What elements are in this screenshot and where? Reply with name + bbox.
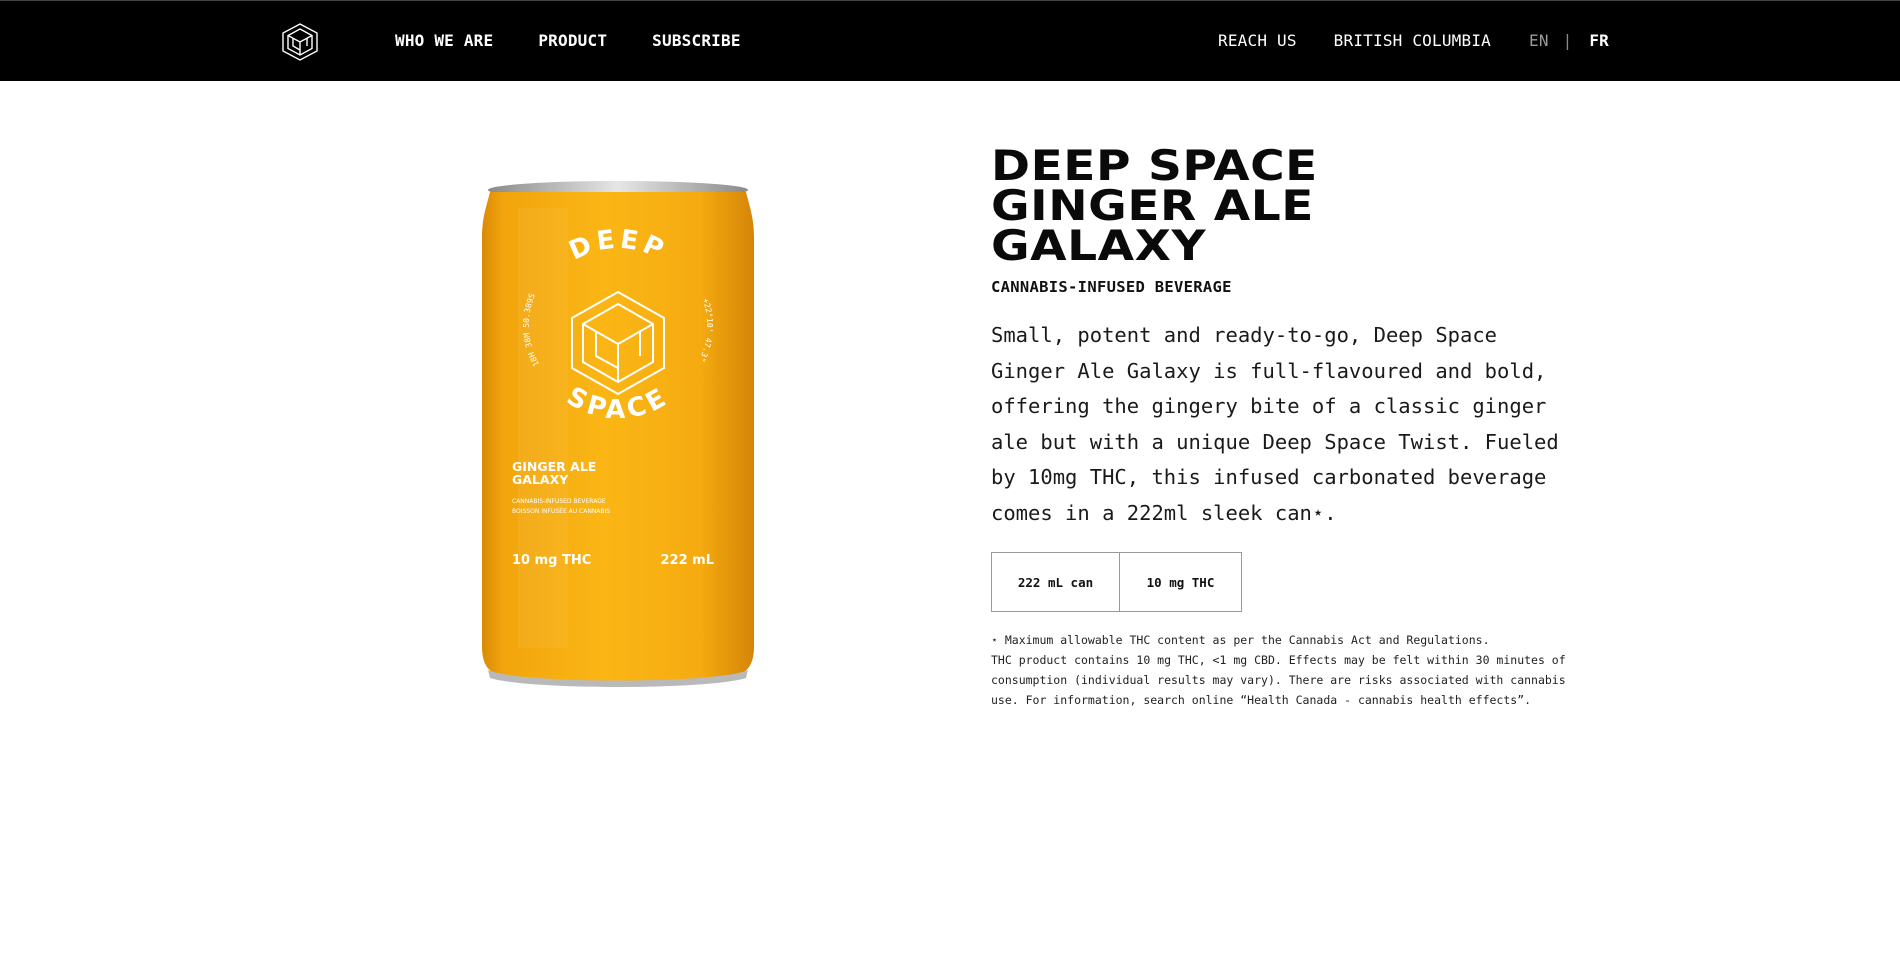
disclaimer-note-1: ⋆ Maximum allowable THC content as per t… (991, 633, 1490, 648)
lang-en-link[interactable]: EN (1529, 31, 1549, 50)
deep-space-logo-icon[interactable] (279, 22, 321, 62)
lang-fr-link[interactable]: FR (1589, 31, 1609, 50)
nav-region-select[interactable]: BRITISH COLUMBIA (1334, 31, 1491, 50)
nav-product[interactable]: PRODUCT (538, 31, 607, 50)
lang-separator: | (1562, 30, 1573, 50)
secondary-nav: REACH US BRITISH COLUMBIA EN | FR (1218, 1, 1609, 79)
product-title-line: GINGER ALE (991, 181, 1314, 230)
can-sub-line1: CANNABIS-INFUSED BEVERAGE (512, 498, 606, 505)
nav-subscribe[interactable]: SUBSCRIBE (652, 31, 741, 50)
can-volume-label: 222 mL (661, 553, 715, 568)
product-specs: 222 mL can 10 mg THC (991, 552, 1591, 613)
can-illustration: DEEP SPACE 18H 38M 50.389S +22°10' 47.3"… (482, 181, 754, 687)
product-description: Small, potent and ready-to-go, Deep Spac… (991, 323, 1559, 525)
disclaimer-note-2: THC product contains 10 mg THC, <1 mg CB… (991, 653, 1566, 708)
product-title-line: GALAXY (991, 221, 1207, 270)
can-flavor-line2: GALAXY (512, 472, 569, 487)
spec-thc-badge: 10 mg THC (1120, 552, 1242, 613)
can-thc-label: 10 mg THC (512, 553, 591, 568)
can-sub-line2: BOISSON INFUSÉE AU CANNABIS (512, 507, 610, 515)
product-subtitle: CANNABIS-INFUSED BEVERAGE (991, 278, 1232, 296)
nav-who-we-are[interactable]: WHO WE ARE (395, 31, 493, 50)
product-title: DEEP SPACE GINGER ALE GALAXY (991, 141, 1461, 270)
top-navigation-bar: WHO WE ARE PRODUCT SUBSCRIBE REACH US BR… (0, 0, 1900, 81)
main-nav: WHO WE ARE PRODUCT SUBSCRIBE (395, 1, 741, 79)
spec-size-badge: 222 mL can (991, 552, 1120, 613)
product-title-line: DEEP SPACE (991, 141, 1318, 190)
nav-reach-us[interactable]: REACH US (1218, 31, 1297, 50)
product-info: DEEP SPACE GINGER ALE GALAXY CANNABIS-IN… (991, 141, 1591, 710)
product-disclaimer: ⋆ Maximum allowable THC content as per t… (991, 630, 1571, 710)
product-can-image: DEEP SPACE 18H 38M 50.389S +22°10' 47.3"… (478, 178, 758, 688)
language-switcher: EN | FR (1529, 31, 1609, 50)
